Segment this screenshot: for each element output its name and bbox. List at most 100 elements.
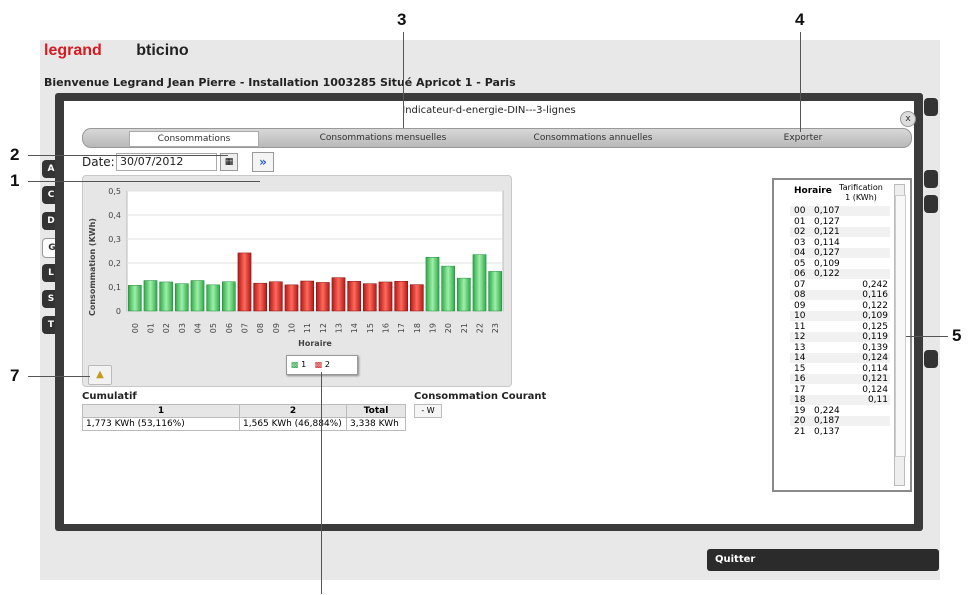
cumulatif-title: Cumulatif [82,391,137,402]
x-tick-label: 11 [303,323,312,333]
chart-bar [253,282,267,312]
legend-green-icon: ▩ [291,360,299,369]
quit-button[interactable]: Quitter [707,549,939,571]
hourly-header-hour: Horaire [794,186,832,196]
hourly-value: 0,114 [862,363,888,374]
chart-bar [363,283,377,312]
hourly-value: 0,127 [814,216,840,227]
right-side-button[interactable] [924,170,938,188]
hourly-hour: 17 [794,384,806,395]
cumul-header-2: 2 [239,404,347,418]
hourly-value: 0,116 [862,290,888,300]
chart-bar [457,277,471,312]
y-tick-label: 0,3 [108,235,121,244]
hourly-row: 12 0,119 [790,332,890,342]
hourly-hour: 20 [794,416,806,426]
cumulatif-table: 1 2 Total 1,773 KWh (53,116%) 1,565 KWh … [82,404,406,431]
hourly-value: 0,124 [862,353,888,363]
tab-consommations-annuelles[interactable]: Consommations annuelles [513,131,673,145]
x-tick-label: 15 [366,323,375,333]
hourly-hour: 12 [794,332,806,342]
hourly-row: 16 0,121 [790,374,890,384]
chart-bar [300,280,314,312]
cumul-value-1: 1,773 KWh (53,116%) [82,417,240,431]
hourly-hour: 08 [794,290,806,300]
hourly-value: 0,122 [814,269,840,279]
x-tick-label: 06 [225,323,234,333]
hourly-value: 0,224 [814,405,840,416]
tab-consommations[interactable]: Consommations [129,131,259,147]
chart-bar [316,282,330,312]
hourly-hour: 05 [794,258,806,269]
scrollbar-thumb[interactable] [895,195,906,457]
chart-bar [394,280,408,312]
x-tick-label: 10 [288,323,297,333]
chart-bar [159,281,173,312]
chart-bar [175,283,189,312]
chart-bar [347,280,361,312]
x-tick-label: 22 [476,323,485,333]
hourly-hour: 00 [794,206,806,216]
chart-bar [472,254,487,312]
x-tick-label: 03 [178,323,187,333]
hourly-value: 0,109 [814,258,840,269]
courant-value: - W [414,404,442,418]
right-side-button[interactable] [924,98,938,116]
x-tick-label: 21 [460,323,469,333]
hourly-row: 05 0,109 [790,258,890,269]
hourly-row: 15 0,114 [790,363,890,374]
hourly-hour: 15 [794,363,806,374]
callout-4: 4 [795,10,805,29]
chart-legend: ▩ 1 ▩ 2 [286,355,358,375]
hourly-hour: 19 [794,405,806,416]
hourly-hour: 10 [794,311,806,321]
hourly-row: 17 0,124 [790,384,890,395]
export-image-icon[interactable]: ▲ [88,365,112,385]
hourly-scrollbar[interactable] [894,184,906,486]
tab-consommations-mensuelles[interactable]: Consommations mensuelles [303,131,463,145]
tab-exporter[interactable]: Exporter [743,131,863,145]
hourly-value: 0,242 [862,279,888,290]
hourly-row: 07 0,242 [790,279,890,290]
chart-bar [378,281,393,312]
chart-bar [410,284,424,312]
chart-bar [128,285,142,312]
callout-1: 1 [10,171,20,190]
hourly-row: 14 0,124 [790,353,890,363]
hourly-value: 0,125 [862,321,888,332]
hourly-row: 11 0,125 [790,321,890,332]
hourly-row: 06 0,122 [790,269,890,279]
hourly-row: 21 0,137 [790,426,890,437]
right-side-button[interactable] [924,195,938,213]
legend-red-icon: ▩ [314,360,323,369]
callout-2: 2 [10,145,20,164]
x-axis-label: Horaire [298,339,332,348]
x-tick-label: 12 [319,323,328,333]
x-tick-label: 17 [397,323,406,333]
x-tick-label: 04 [194,323,203,333]
callout-7: 7 [10,366,20,385]
x-tick-label: 05 [209,323,218,333]
hourly-table: Horaire Tarification 1 (KWh) 00 0,107 01 0,… [772,178,912,492]
hourly-hour: 11 [794,321,806,332]
callout-3: 3 [397,10,407,29]
chart-bar [284,284,299,312]
hourly-row: 01 0,127 [790,216,890,227]
dialog-title: Indicateur-d-energie-DIN---3-lignes [402,105,576,116]
chart-bar [237,252,252,312]
hourly-row: 03 0,114 [790,237,890,248]
hourly-hour: 06 [794,269,806,279]
hourly-hour: 16 [794,374,806,384]
close-button[interactable]: x [900,111,916,127]
x-tick-label: 23 [491,323,500,333]
right-side-button[interactable] [924,350,938,368]
chart-bar [269,281,283,312]
hourly-hour: 14 [794,353,806,363]
next-day-button[interactable]: » [252,152,274,172]
hourly-value: 0,121 [814,227,840,237]
cumul-value-total: 3,338 KWh [346,417,406,431]
hourly-row: 02 0,121 [790,227,890,237]
x-tick-label: 13 [335,323,344,333]
chart-bar [425,256,440,312]
x-tick-label: 07 [241,323,250,333]
